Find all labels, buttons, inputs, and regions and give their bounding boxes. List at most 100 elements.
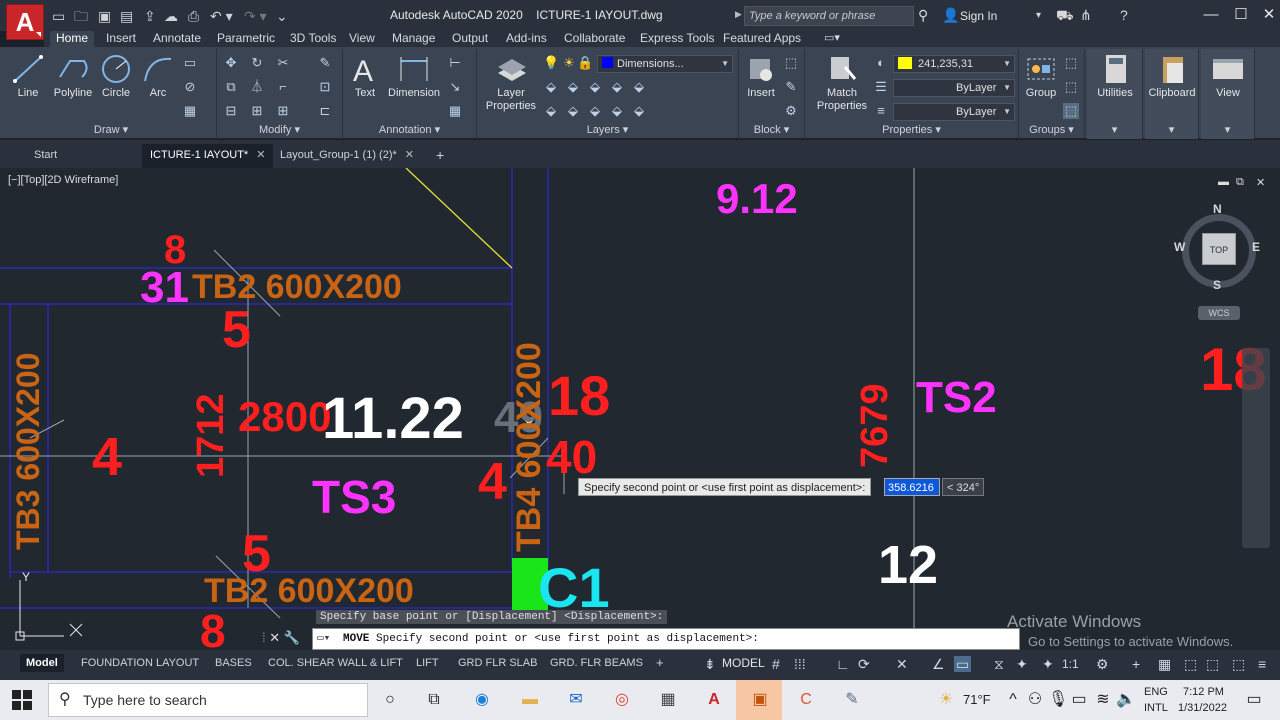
view-panel[interactable]: View ▾ — [1201, 49, 1255, 139]
tab-3d-tools[interactable]: 3D Tools — [284, 31, 342, 47]
rectangle-icon[interactable]: ▭ — [182, 55, 198, 71]
tab-express-tools[interactable]: Express Tools — [634, 31, 720, 47]
arc-button[interactable]: Arc — [138, 53, 178, 100]
help-search-input[interactable]: Type a keyword or phrase — [744, 6, 914, 26]
compass-north[interactable]: N — [1213, 202, 1222, 216]
line-button[interactable]: Line — [8, 53, 48, 100]
web-save-icon[interactable]: ⇪ — [144, 8, 156, 24]
offset-icon[interactable]: ⊏ — [317, 103, 333, 119]
lineweight-icon[interactable]: ≡ — [873, 103, 889, 119]
layout-tab[interactable]: COL. SHEAR WALL & LIFT — [262, 654, 409, 672]
layout-tab[interactable]: FOUNDATION LAYOUT — [75, 654, 205, 672]
auto-scale-icon[interactable]: ✦ — [1042, 656, 1054, 672]
app-icon[interactable]: ▦ — [656, 688, 680, 712]
save-icon[interactable]: ▣ — [98, 8, 111, 24]
layer-tool-icon[interactable]: ⬙ — [543, 79, 559, 95]
distance-input[interactable]: 358.6216 — [884, 478, 940, 496]
layer-tool-icon[interactable]: ⬙ — [631, 79, 647, 95]
battery-icon[interactable]: ▭ — [1070, 688, 1088, 712]
layout-tab[interactable]: GRD FLR SLAB — [452, 654, 543, 672]
a360-icon[interactable]: ⋔ — [1080, 7, 1092, 24]
view-button[interactable]: View — [1201, 53, 1255, 100]
help-icon[interactable]: ? — [1120, 7, 1128, 23]
layer-dropdown[interactable]: Dimensions... ▼ — [597, 55, 733, 73]
wrench-icon[interactable]: 🔧 — [284, 630, 300, 645]
redo-icon[interactable]: ↷ ▾ — [244, 8, 267, 24]
clock-date[interactable]: 1/31/2022 — [1178, 702, 1227, 714]
gradient-icon[interactable]: ▦ — [182, 103, 198, 119]
lock-icon[interactable]: 🔒 — [577, 55, 593, 71]
leader-icon[interactable]: ↘ — [447, 79, 463, 95]
notifications-icon[interactable]: ▭ — [1242, 688, 1266, 712]
keyboard-layout-indicator[interactable]: INTL — [1144, 702, 1168, 714]
lightbulb-icon[interactable]: 💡 — [543, 55, 559, 71]
add-layout-icon[interactable]: + — [650, 654, 670, 672]
search-expand-icon[interactable]: ▶ — [735, 9, 742, 20]
annotation-visibility-icon[interactable]: ⧖ — [994, 656, 1004, 672]
save-as-icon[interactable]: ▤ — [120, 8, 133, 24]
stretch-icon[interactable]: ⊟ — [223, 103, 239, 119]
user-icon[interactable]: 👤 — [942, 7, 959, 24]
layout-tab-model[interactable]: Model — [20, 654, 64, 672]
layout-tab[interactable]: BASES — [209, 654, 258, 672]
annotation-panel-title[interactable]: Annotation ▾ — [343, 123, 476, 136]
tab-featured-apps[interactable]: Featured Apps — [717, 31, 807, 47]
layer-tool-icon[interactable]: ⬙ — [609, 103, 625, 119]
array-icon[interactable]: ⊞ — [275, 103, 291, 119]
taskbar-search-input[interactable]: ⚲ Type here to search — [48, 683, 368, 717]
fillet-icon[interactable]: ⌐ — [275, 79, 291, 95]
viewport-minimize-icon[interactable]: ▬ — [1218, 176, 1229, 188]
scale-readout[interactable]: 1:1 — [1062, 656, 1079, 672]
compass-west[interactable]: W — [1174, 240, 1185, 254]
quick-properties-icon[interactable]: ⬚ — [1184, 656, 1197, 672]
viewport-label[interactable]: [−][Top][2D Wireframe] — [8, 174, 118, 186]
sign-in-button[interactable]: Sign In — [960, 9, 997, 23]
tab-parametric[interactable]: Parametric — [211, 31, 281, 47]
layout-tab[interactable]: GRD. FLR BEAMS — [544, 654, 649, 672]
table-icon[interactable]: ▦ — [447, 103, 463, 119]
properties-panel-title[interactable]: Properties ▾ — [805, 123, 1018, 136]
isodraft-icon[interactable]: ✕ — [896, 656, 908, 672]
cortana-icon[interactable]: ○ — [378, 688, 402, 712]
close-icon[interactable]: ✕ — [405, 149, 414, 161]
viewcube[interactable]: TOP N S E W — [1174, 202, 1262, 292]
utilities-dropdown-icon[interactable]: ▾ — [1087, 123, 1142, 136]
navigation-bar[interactable] — [1242, 348, 1270, 548]
signin-dropdown-icon[interactable]: ▾ — [1036, 10, 1041, 21]
recording-app-icon[interactable]: C — [794, 688, 818, 712]
layer-tool-icon[interactable]: ⬙ — [609, 79, 625, 95]
edit-block-icon[interactable]: ✎ — [783, 79, 799, 95]
people-icon[interactable]: ⚇ — [1026, 688, 1044, 712]
viewport-restore-icon[interactable]: ⧉ — [1236, 176, 1244, 189]
layer-tool-icon[interactable]: ⬙ — [631, 103, 647, 119]
mirror-icon[interactable]: ⏃ — [249, 79, 265, 95]
command-line-input[interactable]: ▭▾ MOVE Specify second point or <use fir… — [312, 628, 1020, 650]
layers-panel-title[interactable]: Layers ▾ — [477, 123, 738, 136]
model-space-button[interactable]: MODEL — [722, 656, 765, 670]
paint-icon[interactable]: ✎ — [840, 688, 864, 712]
chrome-icon[interactable]: ◎ — [610, 688, 634, 712]
document-tab-active[interactable]: ICTURE-1 IAYOUT* ✕ — [142, 144, 274, 168]
groups-panel-title[interactable]: Groups ▾ — [1019, 123, 1084, 136]
modify-panel-title[interactable]: Modify ▾ — [217, 123, 342, 136]
cart-icon[interactable]: ⛟ — [1056, 7, 1074, 26]
command-prompt-icon[interactable]: ▭▾ — [317, 629, 330, 649]
match-properties-button[interactable]: Match Properties — [807, 53, 877, 113]
tab-output[interactable]: Output — [446, 31, 494, 47]
utilities-button[interactable]: Utilities — [1089, 53, 1141, 100]
tab-manage[interactable]: Manage — [386, 31, 441, 47]
tab-annotate[interactable]: Annotate — [147, 31, 207, 47]
close-icon[interactable]: ✕ — [269, 630, 280, 645]
ribbon-options-icon[interactable]: ▭▾ — [818, 31, 846, 47]
wifi-icon[interactable]: ≋ — [1094, 688, 1112, 712]
undo-icon[interactable]: ↶ ▾ — [210, 8, 233, 24]
polar-tracking-icon[interactable]: ⟳ — [858, 656, 870, 672]
document-tab[interactable]: Layout_Group-1 (1) (2)* ✕ — [272, 144, 422, 168]
customize-menu-icon[interactable]: ≡ — [1258, 656, 1266, 672]
infer-constraints-icon[interactable]: ∟ — [836, 656, 850, 672]
sun-icon[interactable]: ☀ — [561, 55, 577, 71]
layer-tool-icon[interactable]: ⬙ — [587, 103, 603, 119]
color-dropdown[interactable]: 241,235,31 ▼ — [893, 55, 1015, 73]
close-icon[interactable]: ✕ — [1254, 4, 1280, 26]
tab-insert[interactable]: Insert — [100, 31, 142, 47]
